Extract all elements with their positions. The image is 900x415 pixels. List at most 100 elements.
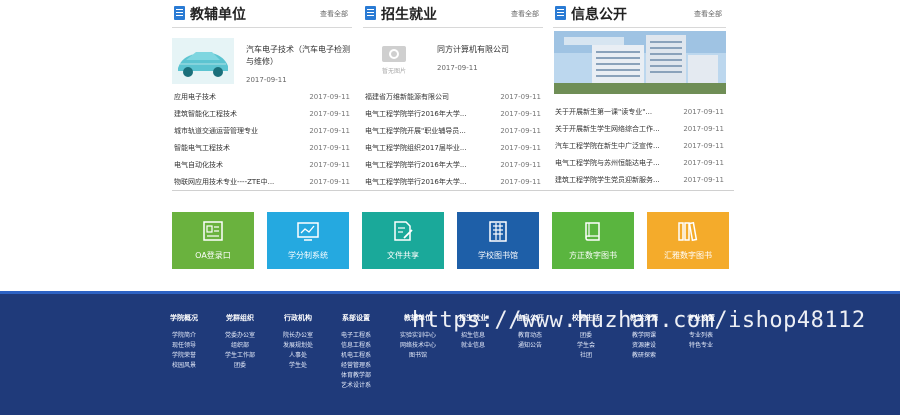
item-title: 电气工程学院举行2016年大学... — [365, 110, 467, 118]
item-title: 电气工程学院组织2017届毕业... — [365, 144, 467, 152]
tile-label: 学分制系统 — [288, 251, 328, 260]
item-date: 2017-09-11 — [309, 144, 350, 152]
books-icon — [678, 221, 698, 242]
tile-label: 学校图书馆 — [478, 251, 518, 260]
column-title: 招生就业 — [381, 7, 437, 23]
document-edit-icon — [394, 221, 413, 241]
list-item[interactable]: 关于开展新生学生网络综合工作... 2017-09-11 — [553, 121, 726, 138]
column-teaching-units: 教辅单位 查看全部 汽车电子技术（汽车电子检测与维修） 2017-09-11 应… — [172, 0, 352, 186]
item-title: 智能电气工程技术 — [174, 144, 230, 152]
item-date: 2017-09-11 — [500, 144, 541, 152]
item-title: 关于开展新生第一课"读专业"... — [555, 108, 653, 116]
footer-link[interactable]: 特色专业 — [666, 341, 736, 351]
item-date: 2017-09-11 — [309, 178, 350, 186]
section-divider — [172, 190, 734, 191]
item-date: 2017-09-11 — [500, 178, 541, 186]
item-title: 关于开展新生学生网络综合工作... — [555, 125, 660, 133]
footer-link[interactable]: 艺术设计系 — [321, 381, 391, 391]
list-item[interactable]: 建筑工程学院学生党员迎新服务... 2017-09-11 — [553, 172, 726, 189]
view-all-link[interactable]: 查看全部 — [320, 9, 348, 19]
tile-label: OA登录口 — [195, 251, 231, 260]
item-title: 电气工程学院开展"职业辅导员... — [365, 127, 466, 135]
footer-link[interactable]: 经营管理系 — [321, 361, 391, 371]
page: 教辅单位 查看全部 汽车电子技术（汽车电子检测与维修） 2017-09-11 应… — [0, 0, 900, 415]
list-item[interactable]: 建筑智能化工程技术 2017-09-11 — [172, 106, 352, 123]
list-item[interactable]: 电气工程学院开展"职业辅导员... 2017-09-11 — [363, 123, 543, 140]
list-item[interactable]: 智能电气工程技术 2017-09-11 — [172, 140, 352, 157]
item-date: 2017-09-11 — [500, 93, 541, 101]
featured-date: 2017-09-11 — [437, 64, 478, 72]
item-title: 电气工程学院与苏州恒能达电子... — [555, 159, 660, 167]
tile-label: 文件共享 — [387, 251, 419, 260]
list-item[interactable]: 电气工程学院与苏州恒能达电子... 2017-09-11 — [553, 155, 726, 172]
document-icon — [174, 6, 185, 20]
item-title: 福建省万维新能源有限公司 — [365, 93, 449, 101]
featured-title: 同方计算机有限公司 — [437, 45, 509, 54]
car-thumbnail — [172, 38, 234, 84]
list-item[interactable]: 物联网应用技术专业----ZTE中... 2017-09-11 — [172, 174, 352, 191]
item-date: 2017-09-11 — [309, 161, 350, 169]
footer-link[interactable]: 体育教学部 — [321, 371, 391, 381]
building-icon — [489, 221, 507, 242]
item-title: 城市轨道交通运营管理专业 — [174, 127, 258, 135]
item-date: 2017-09-11 — [683, 176, 724, 184]
column-header: 招生就业 查看全部 — [363, 0, 543, 28]
footer-column-title[interactable]: 系部设置 — [321, 313, 391, 323]
footer-link[interactable]: 电子工程系 — [321, 331, 391, 341]
book-icon — [585, 222, 600, 241]
item-date: 2017-09-11 — [309, 110, 350, 118]
item-title: 电气自动化技术 — [174, 161, 223, 169]
no-image-text: 暂无图片 — [381, 68, 406, 75]
document-icon — [555, 6, 566, 20]
view-all-link[interactable]: 查看全部 — [694, 9, 722, 19]
column-title: 信息公开 — [571, 7, 627, 23]
footer-link[interactable]: 机电工程系 — [321, 351, 391, 361]
list-item[interactable]: 汽车工程学院在新生中广泛宣传... 2017-09-11 — [553, 138, 726, 155]
item-date: 2017-09-11 — [309, 127, 350, 135]
item-date: 2017-09-11 — [683, 125, 724, 133]
item-date: 2017-09-11 — [309, 93, 350, 101]
chart-monitor-icon — [297, 222, 319, 241]
list-item[interactable]: 电气自动化技术 2017-09-11 — [172, 157, 352, 174]
item-title: 应用电子技术 — [174, 93, 216, 101]
item-date: 2017-09-11 — [500, 161, 541, 169]
document-icon — [365, 6, 376, 20]
news-list: 关于开展新生第一课"读专业"... 2017-09-11 关于开展新生学生网络综合… — [553, 104, 726, 189]
column-header: 信息公开 查看全部 — [553, 0, 726, 28]
featured-date: 2017-09-11 — [246, 76, 287, 84]
tile-label: 方正数字图书 — [569, 251, 617, 260]
list-item[interactable]: 电气工程学院组织2017届毕业... 2017-09-11 — [363, 140, 543, 157]
item-date: 2017-09-11 — [500, 110, 541, 118]
list-item[interactable]: 电气工程学院举行2016年大学... 2017-09-11 — [363, 106, 543, 123]
list-item[interactable]: 电气工程学院举行2016年大学... 2017-09-11 — [363, 174, 543, 191]
campus-building-photo[interactable] — [554, 31, 726, 94]
column-admissions: 招生就业 查看全部 暂无图片 同方计算机有限公司 2017-09-11 福建省万… — [363, 0, 543, 186]
footer-link[interactable]: 教研探索 — [609, 351, 679, 361]
list-item[interactable]: 福建省万维新能源有限公司 2017-09-11 — [363, 89, 543, 106]
item-title: 建筑智能化工程技术 — [174, 110, 237, 118]
news-list: 应用电子技术 2017-09-11 建筑智能化工程技术 2017-09-11 城市轨… — [172, 89, 352, 191]
item-title: 建筑工程学院学生党员迎新服务... — [555, 176, 660, 184]
view-all-link[interactable]: 查看全部 — [511, 9, 539, 19]
tile-founder-digital-books[interactable]: 方正数字图书 — [552, 212, 634, 269]
column-info-disclosure: 信息公开 查看全部 关于开展新生第一课"读专业"... 2017-09-11 关于… — [553, 0, 726, 184]
list-item[interactable]: 应用电子技术 2017-09-11 — [172, 89, 352, 106]
item-title: 电气工程学院举行2016年大学... — [365, 161, 467, 169]
list-item[interactable]: 电气工程学院举行2016年大学... 2017-09-11 — [363, 157, 543, 174]
tile-label: 汇雅数字图书 — [664, 251, 712, 260]
column-title: 教辅单位 — [190, 7, 246, 23]
tile-file-share[interactable]: 文件共享 — [362, 212, 444, 269]
camera-icon — [382, 46, 406, 62]
list-item[interactable]: 城市轨道交通运营管理专业 2017-09-11 — [172, 123, 352, 140]
item-date: 2017-09-11 — [683, 159, 724, 167]
tile-library[interactable]: 学校图书馆 — [457, 212, 539, 269]
tile-oa-login[interactable]: OA登录口 — [172, 212, 254, 269]
column-header: 教辅单位 查看全部 — [172, 0, 352, 28]
footer-link[interactable]: 图书馆 — [383, 351, 453, 361]
footer-link[interactable]: 信息工程系 — [321, 341, 391, 351]
list-item[interactable]: 关于开展新生第一课"读专业"... 2017-09-11 — [553, 104, 726, 121]
tile-credit-system[interactable]: 学分制系统 — [267, 212, 349, 269]
tile-chaoxing-digital-books[interactable]: 汇雅数字图书 — [647, 212, 729, 269]
item-title: 汽车工程学院在新生中广泛宣传... — [555, 142, 660, 150]
item-date: 2017-09-11 — [500, 127, 541, 135]
